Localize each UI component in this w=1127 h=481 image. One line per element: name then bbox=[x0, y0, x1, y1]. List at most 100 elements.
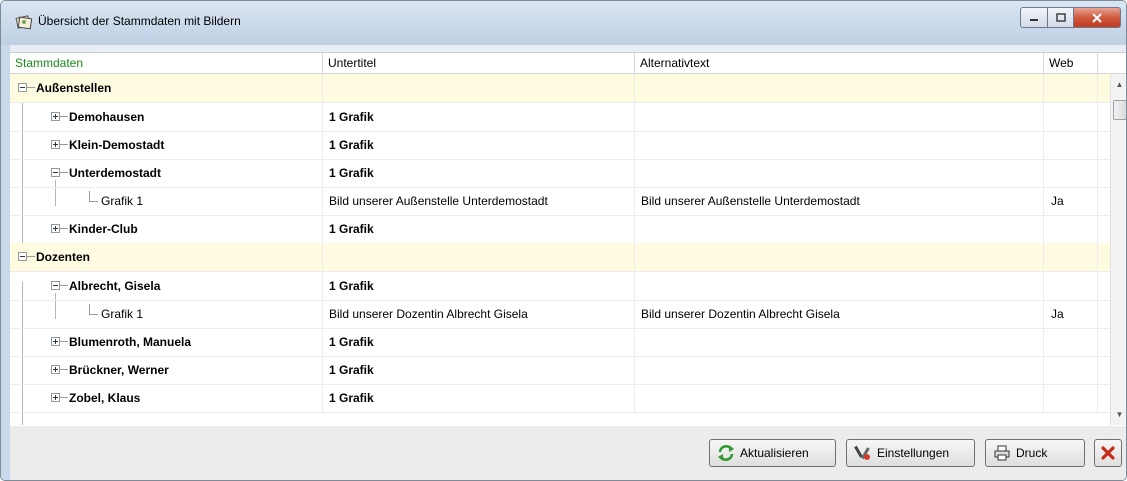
untertitel-cell: 1 Grafik bbox=[323, 272, 635, 300]
close-window-button[interactable] bbox=[1074, 7, 1121, 28]
window-title: Übersicht der Stammdaten mit Bildern bbox=[38, 14, 241, 28]
tree-line bbox=[89, 304, 98, 315]
tree-label: Albrecht, Gisela bbox=[69, 279, 161, 293]
button-bar: Aktualisieren Einstellungen Druck bbox=[10, 426, 1126, 480]
print-button[interactable]: Druck bbox=[985, 439, 1085, 467]
untertitel-cell: 1 Grafik bbox=[323, 131, 635, 159]
tree-row[interactable]: Unterdemostadt 1 Grafik bbox=[10, 159, 1110, 188]
window-frame bbox=[1, 45, 10, 480]
tree-row-leaf[interactable]: Grafik 1 Bild unserer Außenstelle Unterd… bbox=[10, 187, 1110, 216]
data-tree-grid[interactable]: Stammdaten Untertitel Alternativtext Web… bbox=[10, 52, 1126, 427]
tree-label: Brückner, Werner bbox=[69, 363, 169, 377]
tree-label: Kinder-Club bbox=[69, 222, 138, 236]
tree-line bbox=[60, 369, 68, 370]
web-cell bbox=[1044, 215, 1098, 243]
web-cell: Ja bbox=[1044, 187, 1098, 215]
tree-row[interactable]: Albrecht, Gisela 1 Grafik bbox=[10, 272, 1110, 301]
scroll-thumb[interactable] bbox=[1113, 100, 1126, 120]
printer-icon bbox=[994, 445, 1010, 461]
alternativtext-cell: Bild unserer Dozentin Albrecht Gisela bbox=[635, 300, 1044, 328]
column-header-untertitel[interactable]: Untertitel bbox=[323, 53, 635, 73]
column-header-stammdaten[interactable]: Stammdaten bbox=[10, 53, 323, 73]
alternativtext-cell bbox=[635, 384, 1044, 412]
untertitel-cell: 1 Grafik bbox=[323, 384, 635, 412]
alternativtext-cell bbox=[635, 215, 1044, 243]
tree-line bbox=[60, 341, 68, 342]
alternativtext-cell bbox=[635, 328, 1044, 356]
untertitel-cell: 1 Grafik bbox=[323, 103, 635, 131]
minimize-button[interactable] bbox=[1020, 7, 1048, 28]
web-cell bbox=[1044, 328, 1098, 356]
images-icon bbox=[15, 15, 33, 30]
settings-button-label: Einstellungen bbox=[877, 446, 950, 460]
scroll-up-arrow-icon[interactable]: ▲ bbox=[1111, 76, 1126, 93]
web-cell bbox=[1044, 356, 1098, 384]
maximize-icon bbox=[1055, 13, 1066, 22]
close-icon bbox=[1092, 12, 1102, 23]
refresh-icon bbox=[718, 445, 734, 461]
tree-line bbox=[60, 228, 68, 229]
expand-icon[interactable] bbox=[51, 140, 60, 149]
tree-line bbox=[60, 397, 68, 398]
untertitel-cell: Bild unserer Dozentin Albrecht Gisela bbox=[323, 300, 635, 328]
web-cell bbox=[1044, 384, 1098, 412]
tree-row[interactable]: Zobel, Klaus 1 Grafik bbox=[10, 384, 1110, 413]
tree-line bbox=[27, 256, 35, 257]
column-header-web[interactable]: Web bbox=[1044, 53, 1098, 73]
settings-button[interactable]: Einstellungen bbox=[846, 439, 975, 467]
expand-icon[interactable] bbox=[51, 365, 60, 374]
tree-row[interactable]: Kinder-Club 1 Grafik bbox=[10, 215, 1110, 244]
web-cell bbox=[1044, 131, 1098, 159]
collapse-icon[interactable] bbox=[18, 83, 27, 92]
tree-row[interactable]: Blumenroth, Manuela 1 Grafik bbox=[10, 328, 1110, 357]
tree-row[interactable]: Demohausen 1 Grafik bbox=[10, 103, 1110, 132]
tree-label: Zobel, Klaus bbox=[69, 391, 141, 405]
web-cell bbox=[1044, 103, 1098, 131]
expand-icon[interactable] bbox=[51, 393, 60, 402]
close-x-icon bbox=[1101, 446, 1115, 460]
tree-label: Blumenroth, Manuela bbox=[69, 335, 192, 349]
expand-icon[interactable] bbox=[51, 337, 60, 346]
alternativtext-cell bbox=[635, 131, 1044, 159]
alternativtext-cell bbox=[635, 356, 1044, 384]
expand-icon[interactable] bbox=[51, 112, 60, 121]
close-button[interactable] bbox=[1094, 439, 1122, 467]
maximize-button[interactable] bbox=[1048, 7, 1074, 28]
scroll-down-arrow-icon[interactable]: ▼ bbox=[1111, 406, 1126, 423]
tree-label: Grafik 1 bbox=[101, 307, 144, 321]
collapse-icon[interactable] bbox=[51, 281, 60, 290]
untertitel-cell: Bild unserer Außenstelle Unterdemostadt bbox=[323, 187, 635, 215]
refresh-button-label: Aktualisieren bbox=[740, 446, 809, 460]
tree-row-leaf[interactable]: Grafik 1 Bild unserer Dozentin Albrecht … bbox=[10, 300, 1110, 329]
tree-label: Demohausen bbox=[69, 110, 145, 124]
web-cell bbox=[1044, 272, 1098, 300]
untertitel-cell: 1 Grafik bbox=[323, 159, 635, 187]
refresh-button[interactable]: Aktualisieren bbox=[709, 439, 836, 467]
title-bar[interactable]: Übersicht der Stammdaten mit Bildern bbox=[1, 1, 1126, 45]
tree-line bbox=[89, 191, 98, 202]
tree-label: Unterdemostadt bbox=[69, 166, 162, 180]
tree-line bbox=[60, 172, 68, 173]
column-header-alternativtext[interactable]: Alternativtext bbox=[635, 53, 1044, 73]
tree-row[interactable]: Klein-Demostadt 1 Grafik bbox=[10, 131, 1110, 160]
tree-line bbox=[60, 116, 68, 117]
tree-label: Außenstellen bbox=[36, 81, 112, 95]
group-row-aussenstellen[interactable]: Außenstellen bbox=[10, 74, 1110, 103]
tree-label: Klein-Demostadt bbox=[69, 138, 165, 152]
web-cell bbox=[1044, 159, 1098, 187]
app-window: Übersicht der Stammdaten mit Bildern Sta… bbox=[0, 0, 1127, 481]
collapse-icon[interactable] bbox=[18, 252, 27, 261]
untertitel-cell: 1 Grafik bbox=[323, 356, 635, 384]
untertitel-cell: 1 Grafik bbox=[323, 328, 635, 356]
untertitel-cell: 1 Grafik bbox=[323, 215, 635, 243]
group-row-dozenten[interactable]: Dozenten bbox=[10, 243, 1110, 272]
tree-line bbox=[60, 144, 68, 145]
tree-label: Grafik 1 bbox=[101, 194, 144, 208]
tree-label: Dozenten bbox=[36, 250, 90, 264]
settings-tools-icon bbox=[854, 445, 870, 460]
collapse-icon[interactable] bbox=[51, 168, 60, 177]
tree-row[interactable]: Brückner, Werner 1 Grafik bbox=[10, 356, 1110, 385]
vertical-scrollbar[interactable]: ▲ ▼ bbox=[1110, 74, 1126, 425]
expand-icon[interactable] bbox=[51, 224, 60, 233]
alternativtext-cell bbox=[635, 272, 1044, 300]
